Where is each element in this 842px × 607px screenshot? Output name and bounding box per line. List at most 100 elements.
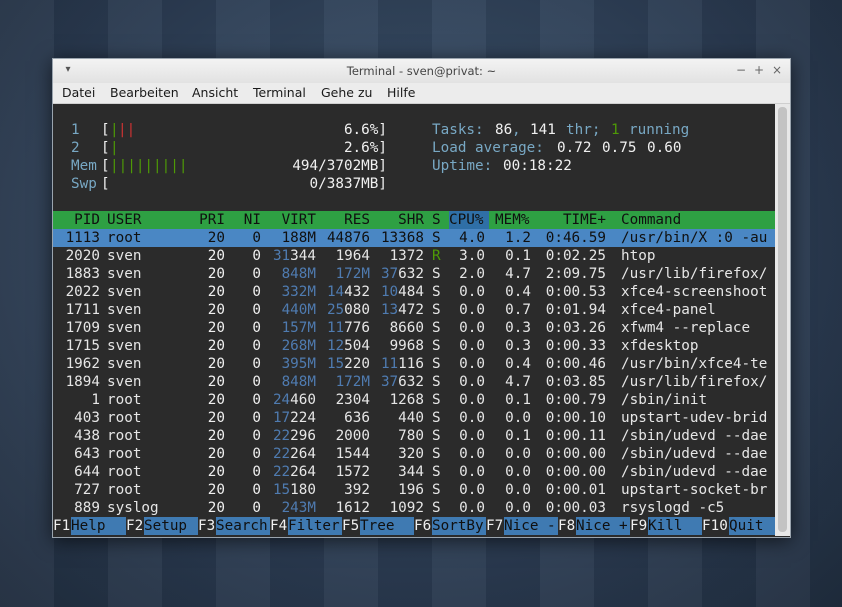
cell-pri: 20 [207,482,225,498]
col-ni[interactable]: NI [225,211,261,229]
table-row[interactable]: 1711 sven 20 0 440M 25080 13472 S 0.0 0.7 0:01.94 x… [53,301,775,319]
cell-command: /usr/lib/firefox/ [621,266,768,282]
cell-mem: 0.7 [505,302,531,318]
menu-bearbeiten[interactable]: Bearbeiten [110,83,179,103]
cell-user: root [107,464,142,480]
col-user[interactable]: USER [107,211,141,229]
load-5: 0.75 [602,140,637,156]
close-icon[interactable]: × [769,62,785,78]
col-pid[interactable]: PID [53,211,100,229]
table-row[interactable]: 1 root 20 0 24460 2304 1268 S 0.0 0.1 0:00.79/sbin… [53,391,775,409]
cell-pid: 727 [74,482,100,498]
cell-virt: 24460 [272,392,316,408]
cell-user: sven [107,248,142,264]
cell-pri: 20 [207,356,225,372]
table-row[interactable]: 1894 sven 20 0 848M 172M 37632 S 0.0 4.7 0:03.85/u… [53,373,775,391]
cell-cpu: 0.0 [459,392,485,408]
col-mem[interactable]: MEM% [495,211,529,229]
col-time[interactable]: TIME+ [540,211,606,229]
cell-time: 0:00.46 [545,356,606,372]
minimize-icon[interactable]: − [733,62,749,78]
col-pri[interactable]: PRI [183,211,225,229]
table-row[interactable]: 1715 sven 20 0 268M 12504 9968 S 0.0 0.3 0:00.33 xf… [53,337,775,355]
col-cpu-sorted[interactable]: CPU% [449,211,489,229]
cell-res: 1572 [335,464,370,480]
fkey-nice-minus[interactable]: Nice - [504,517,558,535]
cell-ni: 0 [252,338,261,354]
cell-ni: 0 [252,284,261,300]
cell-state: S [432,482,441,498]
table-row[interactable]: 889 syslog 20 0 243M 1612 1092 S 0.0 0.0 0:00.03 rs… [53,499,775,517]
scrollbar-thumb[interactable] [778,107,787,532]
thr-count: 141 [530,122,556,138]
window-titlebar[interactable]: ▾ Terminal - sven@privat: ~ − + × [53,59,790,84]
cell-ni: 0 [252,230,261,246]
cell-res: 392 [344,482,370,498]
cell-time: 0:03.85 [545,374,606,390]
cell-command: /sbin/udevd --dae [621,446,768,462]
table-row[interactable]: 1709 sven 20 0 157M 11776 8660 S 0.0 0.3 0:03.26 xf… [53,319,775,337]
col-s[interactable]: S [432,211,441,229]
cell-mem: 1.2 [505,230,531,246]
table-row[interactable]: 438 root 20 0 22296 2000 780 S 0.0 0.1 0:00.11/sbi… [53,427,775,445]
cell-user: sven [107,266,142,282]
table-row[interactable]: 727 root 20 0 15180 392 196 S 0.0 0.0 0:00.01 upsta… [53,481,775,499]
cell-command: upstart-udev-brid [621,410,768,426]
menu-ansicht[interactable]: Ansicht [192,83,238,103]
fkey-kill[interactable]: Kill [648,517,702,535]
fkey-f2-key: F2 [126,518,144,534]
cell-ni: 0 [252,374,261,390]
cell-res: 25080 [326,302,370,318]
cell-pri: 20 [207,284,225,300]
table-row[interactable]: 643 root 20 0 22264 1544 320 S 0.0 0.0 0:00.00/sbi… [53,445,775,463]
cell-ni: 0 [252,464,261,480]
fkey-f10-key: F10 [702,518,728,534]
table-row-selected[interactable]: 1113 root 20 0 188M 44876 13368 S 4.0 1.2 0:46.59 /… [53,229,775,247]
cell-res: 14432 [326,284,370,300]
cell-virt: 268M [281,338,316,354]
fkey-quit[interactable]: Quit [729,517,775,535]
menu-terminal[interactable]: Terminal [253,83,306,103]
fkey-search[interactable]: Search [216,517,270,535]
menu-datei[interactable]: Datei [62,83,95,103]
menu-gehe-zu[interactable]: Gehe zu [321,83,372,103]
cell-virt: 848M [281,374,316,390]
cell-command: /sbin/udevd --dae [621,464,768,480]
table-row[interactable]: 1962 sven 20 0 395M 15220 11116 S 0.0 0.4 0:00.46 /… [53,355,775,373]
fkey-sortby[interactable]: SortBy [432,517,486,535]
cell-mem: 0.3 [505,320,531,336]
cell-virt: 22264 [272,464,316,480]
col-command[interactable]: Command [621,211,681,229]
col-res[interactable]: RES [316,211,370,229]
fkey-f4-key: F4 [270,518,288,534]
fkey-help[interactable]: Help [71,517,126,535]
fkey-nice-plus[interactable]: Nice + [576,517,630,535]
cell-pid: 1883 [65,266,100,282]
table-row[interactable]: 403 root 20 0 17224 636 440 S 0.0 0.0 0:00.10 upsta… [53,409,775,427]
fkey-filter[interactable]: Filter [288,517,342,535]
table-row[interactable]: 1883 sven 20 0 848M 172M 37632 S 2.0 4.7 2:09.75/u… [53,265,775,283]
table-row[interactable]: 2022 sven 20 0 332M 14432 10484 S 0.0 0.4 0:00.53 x… [53,283,775,301]
fkey-f8-key: F8 [558,518,576,534]
fkey-f5-key: F5 [342,518,360,534]
fkey-tree[interactable]: Tree [360,517,414,535]
cell-time: 0:00.79 [545,392,606,408]
cell-res: 2000 [335,428,370,444]
table-row[interactable]: 644 root 20 0 22264 1572 344 S 0.0 0.0 0:00.00/sbi… [53,463,775,481]
cell-user: sven [107,374,142,390]
cell-pri: 20 [207,374,225,390]
col-virt[interactable]: VIRT [261,211,316,229]
cell-command: /sbin/init [621,392,708,408]
cell-shr: 11116 [380,356,424,372]
uptime-value: 00:18:22 [503,158,572,174]
maximize-icon[interactable]: + [751,62,767,78]
col-shr[interactable]: SHR [370,211,424,229]
terminal-content[interactable]: 1 [ | || 6.6%] 2 [ | 2.6%] Mem [ |||||||… [53,104,775,536]
table-row[interactable]: 2020 sven 20 0 31344 1964 1372 R 3.0 0.1 0:02.25 ht… [53,247,775,265]
terminal-window: ▾ Terminal - sven@privat: ~ − + × Datei … [52,58,791,538]
cell-cpu: 0.0 [459,464,485,480]
fkey-f3-key: F3 [198,518,216,534]
cell-state: R [432,248,441,264]
menu-hilfe[interactable]: Hilfe [387,83,415,103]
fkey-setup[interactable]: Setup [144,517,198,535]
